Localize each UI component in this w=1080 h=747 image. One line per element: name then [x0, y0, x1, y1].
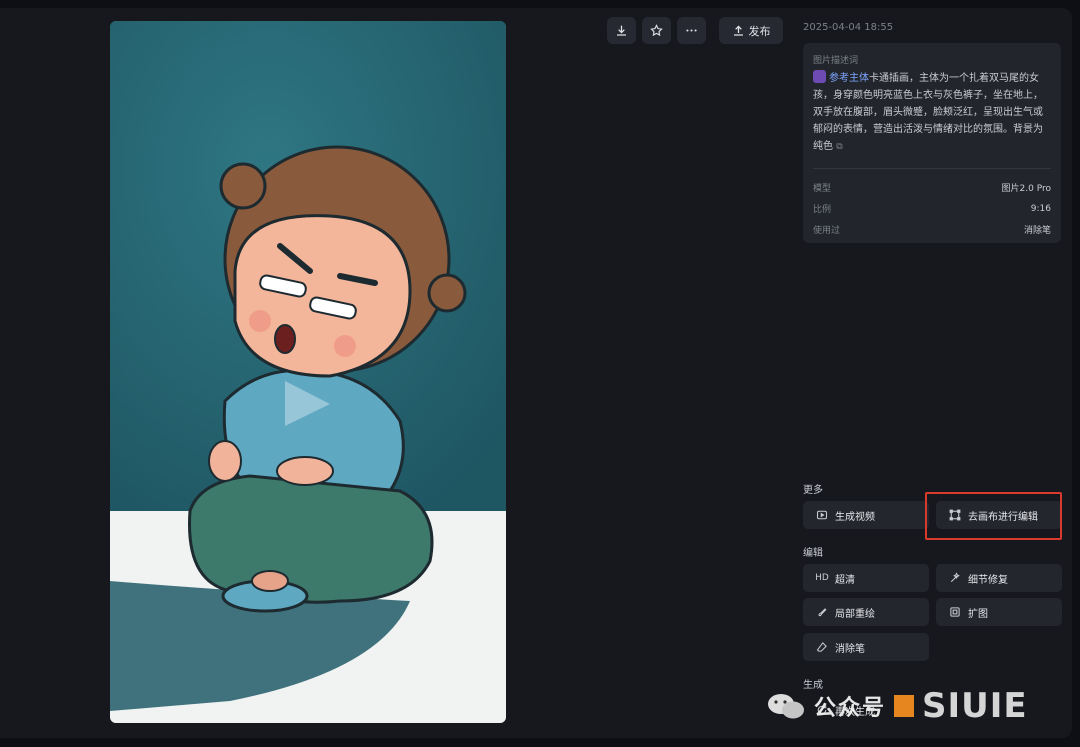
highlight-box: [925, 492, 1062, 540]
eraser-label: 消除笔: [835, 643, 865, 655]
detail-fix-button[interactable]: 细节修复: [936, 564, 1062, 592]
generate-video-button[interactable]: 生成视频: [803, 501, 929, 529]
publish-button[interactable]: 发布: [719, 17, 783, 44]
image-toolbar: [607, 17, 706, 44]
download-button[interactable]: [607, 17, 636, 44]
section-edit: 编辑: [803, 548, 823, 559]
prompt-card: 图片描述词 参考主体卡通插画，主体为一个扎着双马尾的女孩，身穿颜色明亮蓝色上衣与…: [803, 43, 1061, 243]
generate-video-label: 生成视频: [835, 511, 875, 523]
more-button[interactable]: [677, 17, 706, 44]
hd-button[interactable]: HD 超清: [803, 564, 929, 592]
meta-value: 图片2.0 Pro: [1001, 184, 1051, 194]
more-icon: [686, 29, 697, 32]
generated-image[interactable]: [110, 21, 506, 723]
wechat-icon: [768, 694, 804, 719]
inpaint-label: 局部重绘: [835, 608, 875, 620]
logo-mark: [894, 695, 915, 717]
meta-row-used: 使用过 消除笔: [813, 219, 1051, 240]
hd-label: 超清: [835, 574, 855, 586]
star-icon: [650, 24, 663, 37]
brush-icon: [815, 605, 829, 619]
reference-avatar: [813, 70, 826, 83]
meta-key: 模型: [813, 184, 832, 194]
download-icon: [617, 25, 626, 36]
meta-key: 使用过: [813, 226, 841, 236]
meta-row-ratio: 比例 9:16: [813, 198, 1051, 219]
meta-key: 比例: [813, 205, 832, 215]
meta-value: 消除笔: [1023, 226, 1051, 236]
timestamp: 2025-04-04 18:55: [803, 22, 894, 33]
video-icon: [815, 508, 829, 522]
prompt-title: 图片描述词: [813, 56, 859, 66]
magic-wand-icon: [948, 571, 962, 585]
section-more: 更多: [803, 485, 823, 496]
divider: [813, 168, 1051, 169]
expand-button[interactable]: 扩图: [936, 598, 1062, 626]
favorite-button[interactable]: [642, 17, 671, 44]
eraser-icon: [815, 640, 829, 654]
meta-row-model: 模型 图片2.0 Pro: [813, 177, 1051, 198]
expand-label: 扩图: [968, 608, 988, 620]
eraser-button[interactable]: 消除笔: [803, 633, 929, 661]
copy-icon[interactable]: ⧉: [836, 142, 842, 152]
reference-tag[interactable]: 参考主体: [829, 73, 869, 84]
prompt-body: 卡通插画，主体为一个扎着双马尾的女孩，身穿颜色明亮蓝色上衣与灰色裤子，坐在地上，…: [813, 73, 1043, 152]
meta-value: 9:16: [1030, 203, 1051, 214]
inpaint-button[interactable]: 局部重绘: [803, 598, 929, 626]
prompt-text: 参考主体卡通插画，主体为一个扎着双马尾的女孩，身穿颜色明亮蓝色上衣与灰色裤子，坐…: [813, 70, 1051, 156]
upload-icon: [733, 25, 743, 36]
expand-icon: [948, 605, 962, 619]
watermark-logo: SIUIE: [922, 686, 1028, 726]
watermark-text: 公众号: [814, 696, 887, 721]
hd-icon: HD: [815, 573, 829, 583]
detail-fix-label: 细节修复: [968, 574, 1008, 586]
watermark: 公众号 SIUIE: [766, 686, 1028, 726]
publish-label: 发布: [748, 24, 771, 38]
